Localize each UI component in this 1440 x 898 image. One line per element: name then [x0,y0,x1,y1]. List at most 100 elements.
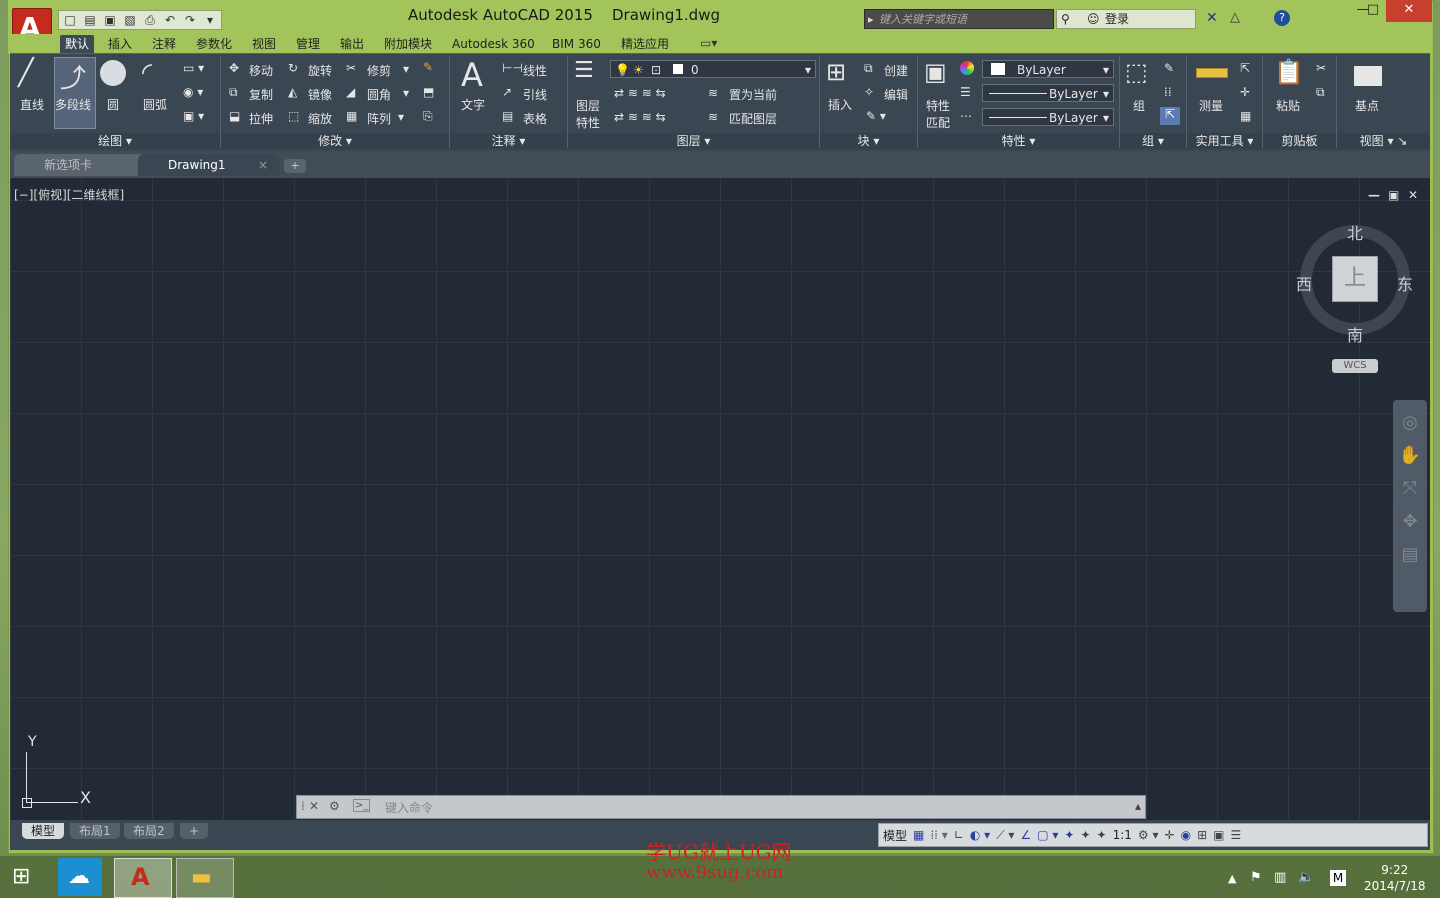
taskbar-cloud-app[interactable]: ☁ [58,858,102,896]
print-icon[interactable]: ⎙ [142,13,158,28]
trim-icon[interactable]: ✂ [346,61,356,75]
workspace-gear-icon[interactable]: ⚙ ▾ [1138,828,1159,842]
taskbar-clock[interactable]: 9:22 2014/7/18 [1364,862,1426,894]
tab-bim-360[interactable]: BIM 360 [547,35,606,53]
edit-button[interactable]: 编辑 [884,86,908,103]
showmotion-icon[interactable]: ▤ [1393,544,1427,565]
windows-start-icon[interactable]: ⊞ [12,864,30,889]
new-file-icon[interactable]: □ [62,13,78,27]
circle-button[interactable]: 圆 [107,96,119,113]
rectangle-icon[interactable]: ▭ ▾ [183,61,204,75]
scale-button[interactable]: 缩放 [308,110,332,127]
group-icon[interactable]: ⬚ [1125,58,1148,86]
zoom-extents-icon[interactable]: ⤧ [1393,478,1427,499]
add-layout-button[interactable]: + [180,823,209,839]
arc-icon[interactable]: ◜ [142,58,152,88]
layer-tool-icon[interactable]: ⇄ ≋ ≋ ⇆ [614,110,666,124]
paste-button[interactable]: 粘贴 [1276,97,1300,114]
tray-expand-icon[interactable]: ▲ [1228,872,1236,885]
view-panel-title[interactable]: 视图 ▾ ↘ [1337,133,1430,149]
fillet-icon[interactable]: ◢ [346,85,355,99]
isolate-objects-icon[interactable]: ◉ [1181,828,1191,842]
tab-autodesk-360[interactable]: Autodesk 360 [447,35,540,53]
customization-menu-icon[interactable]: ☰ [1230,828,1241,842]
command-settings-icon[interactable]: ⚙ [329,799,340,813]
match-layer-icon[interactable]: ≋ [708,110,718,124]
annotation-visibility-icon[interactable]: ✦ [1064,828,1074,842]
compass-north[interactable]: 北 [1347,220,1363,244]
match-properties-icon[interactable]: ▣ [924,58,947,86]
color-dropdown[interactable]: ByLayer ▾ [982,60,1114,78]
search-expand-icon[interactable]: ▸ [868,10,874,30]
set-current-button[interactable]: 置为当前 [729,86,777,103]
polar-icon[interactable]: ◐ ▾ [970,828,990,842]
quick-select-icon[interactable]: ⇱ [1240,61,1250,75]
array-dropdown-icon[interactable]: ▾ [398,110,404,124]
connect-icon[interactable]: △ [1230,10,1240,25]
modify-panel-title[interactable]: 修改 ▾ [221,133,449,149]
pan-icon[interactable]: ✋ [1393,445,1427,466]
fillet-button[interactable]: 圆角 [367,86,391,103]
create-block-icon[interactable]: ⧉ [864,61,873,76]
cut-icon[interactable]: ✂ [1316,61,1326,75]
layer-properties-icon[interactable]: ☰ [574,58,594,83]
ortho-icon[interactable]: ∟ [954,828,964,842]
network-icon[interactable]: ▥ [1274,870,1286,885]
binoculars-icon[interactable]: ⚲ [1061,10,1070,28]
steering-wheel-icon[interactable]: ◎ [1393,412,1427,433]
point-icon[interactable]: ✛ [1240,85,1250,99]
viewport-minimize-icon[interactable]: — [1368,188,1380,202]
array-button[interactable]: 阵列 [367,110,391,127]
linetype-icon[interactable]: ☰ [960,85,971,99]
search-input[interactable]: ▸ 键入关键字或短语 [864,9,1054,29]
action-center-icon[interactable]: ⚑ [1250,870,1262,885]
tab-annotate[interactable]: 注释 [147,35,181,53]
help-icon[interactable]: ? [1274,10,1290,26]
command-prompt-icon[interactable]: >_ [353,799,371,812]
viewport-close-icon[interactable]: ✕ [1408,188,1418,202]
linear-dimension-icon[interactable]: ⊢⊣ [502,61,523,75]
save-icon[interactable]: ▣ [102,13,118,27]
rotate-button[interactable]: 旋转 [308,62,332,79]
open-file-icon[interactable]: ▤ [82,13,98,27]
stretch-button[interactable]: 拉伸 [249,110,273,127]
insert-button[interactable]: 插入 [828,96,852,113]
command-close-icon[interactable]: ✕ [309,799,319,813]
lineweight-icon[interactable]: ⋯ [960,109,972,123]
tab-addins[interactable]: 附加模块 [379,35,437,53]
undo-icon[interactable]: ↶ [162,13,178,27]
grid-icon[interactable]: ▦ [913,828,924,842]
groups-panel-title[interactable]: 组 ▾ [1120,133,1186,149]
wcs-menu-button[interactable]: WCS [1332,359,1378,373]
edit-block-icon[interactable]: ✧ [864,85,874,99]
object-snap-tracking-icon[interactable]: ∠ [1020,828,1031,842]
isodraft-icon[interactable]: ⟋ ▾ [996,828,1014,843]
utilities-panel-title[interactable]: 实用工具 ▾ [1187,133,1262,149]
move-button[interactable]: 移动 [249,62,273,79]
taskbar-explorer[interactable]: ▬ [176,858,234,898]
close-button[interactable]: ✕ [1386,0,1432,22]
layer-tool-icon[interactable]: ⇄ ≋ ≋ ⇆ [614,86,666,100]
object-snap-icon[interactable]: ▢ ▾ [1037,828,1058,842]
table-icon[interactable]: ▤ [502,109,513,123]
tab-manage[interactable]: 管理 [291,35,325,53]
orbit-icon[interactable]: ✥ [1393,511,1427,532]
layers-panel-title[interactable]: 图层 ▾ [568,133,819,149]
layer-properties-line2[interactable]: 特性 [576,114,600,131]
base-button[interactable]: 基点 [1355,97,1379,114]
match-properties-line1[interactable]: 特性 [926,97,950,114]
login-button[interactable]: 登录 [1105,10,1129,28]
line-icon[interactable]: ╱ [18,58,34,88]
exchange-icon[interactable]: ✕ [1206,10,1218,26]
command-input[interactable]: 键入命令 [385,799,433,816]
circle-icon[interactable] [100,60,126,86]
text-button[interactable]: 文字 [461,96,485,113]
block-panel-title[interactable]: 块 ▾ [820,133,917,149]
boundary-icon[interactable]: ▣ ▾ [183,109,204,123]
tab-default[interactable]: 默认 [60,35,95,53]
compass-west[interactable]: 西 [1296,271,1312,295]
viewport-controls-label[interactable]: [−][俯视][二维线框] [14,186,124,203]
match-properties-line2[interactable]: 匹配 [926,114,950,131]
tab-options-icon[interactable]: ▭▾ [700,36,717,50]
annotation-scale-icon[interactable]: ✦ [1097,828,1107,842]
